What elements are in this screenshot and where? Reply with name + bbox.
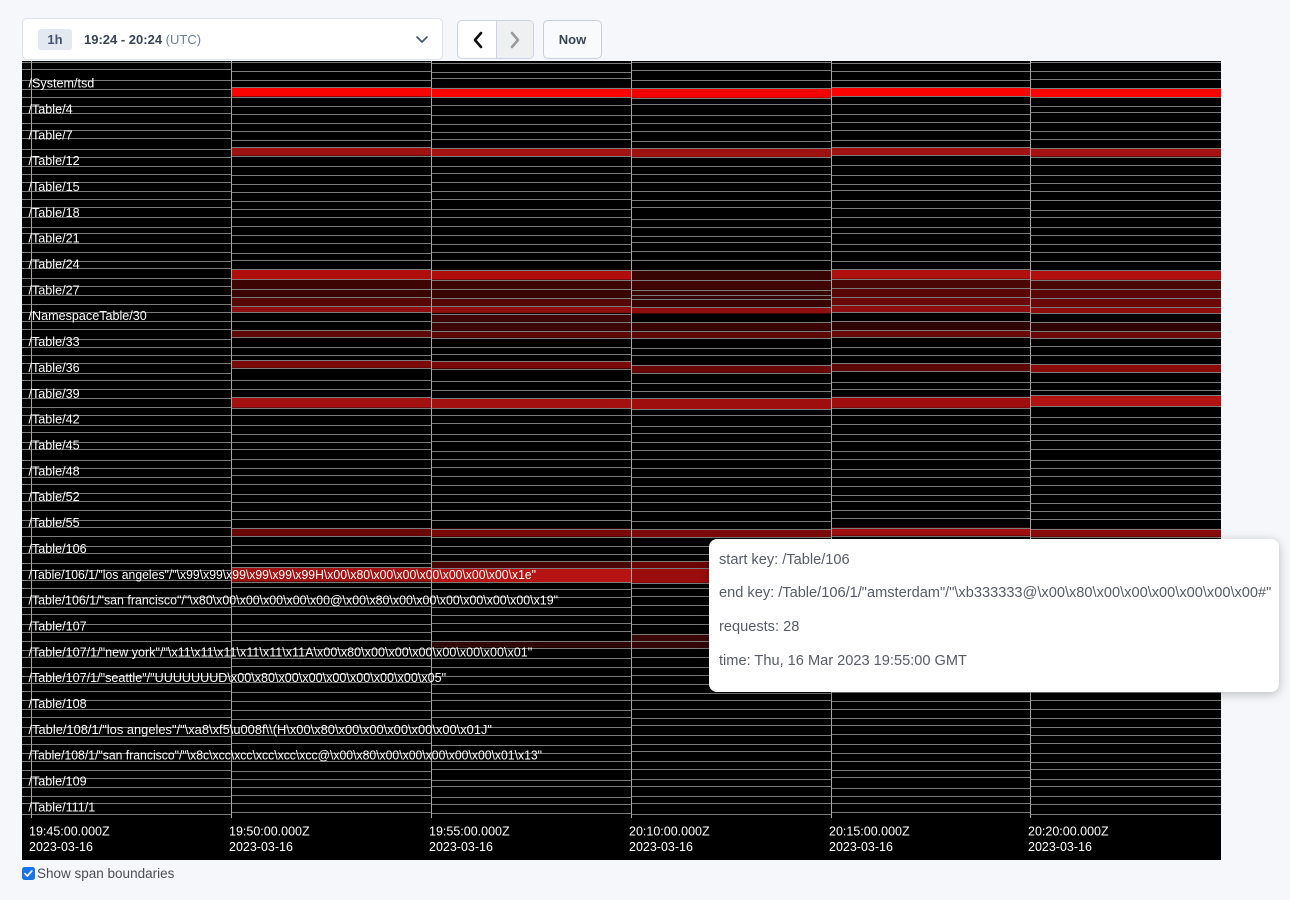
svg-text:20:15:00.000Z: 20:15:00.000Z — [829, 825, 910, 839]
svg-text:/Table/109: /Table/109 — [29, 775, 87, 789]
svg-text:/System/tsd: /System/tsd — [29, 77, 95, 91]
svg-text:/Table/106: /Table/106 — [29, 542, 87, 556]
svg-text:/Table/24: /Table/24 — [29, 258, 80, 272]
svg-text:/Table/39: /Table/39 — [29, 387, 80, 401]
svg-text:/Table/4: /Table/4 — [29, 102, 73, 116]
svg-text:/Table/45: /Table/45 — [29, 439, 80, 453]
svg-text:20:20:00.000Z: 20:20:00.000Z — [1028, 825, 1109, 839]
svg-text:/Table/27: /Table/27 — [29, 283, 80, 297]
svg-text:/Table/55: /Table/55 — [29, 516, 80, 530]
svg-text:/Table/36: /Table/36 — [29, 361, 80, 375]
svg-text:2023-03-16: 2023-03-16 — [829, 840, 893, 854]
svg-text:/Table/108/1/"san francisco"/": /Table/108/1/"san francisco"/"\x8c\xcc\x… — [29, 749, 543, 763]
svg-text:/Table/21: /Table/21 — [29, 232, 80, 246]
svg-text:/Table/15: /Table/15 — [29, 180, 80, 194]
svg-text:/Table/48: /Table/48 — [29, 464, 80, 478]
svg-text:/Table/107: /Table/107 — [29, 620, 87, 634]
svg-text:/Table/107/1/"seattle"/"UUUUUU: /Table/107/1/"seattle"/"UUUUUUUD\x00\x80… — [29, 671, 447, 685]
svg-text:/Table/52: /Table/52 — [29, 490, 80, 504]
svg-text:/Table/12: /Table/12 — [29, 154, 80, 168]
svg-text:/Table/33: /Table/33 — [29, 335, 80, 349]
svg-text:/Table/106/1/"los angeles"/"\x: /Table/106/1/"los angeles"/"\x99\x99\x99… — [29, 568, 537, 582]
svg-text:/Table/18: /Table/18 — [29, 206, 80, 220]
svg-text:/Table/107/1/"new york"/"\x11\: /Table/107/1/"new york"/"\x11\x11\x11\x1… — [29, 645, 533, 659]
svg-text:/Table/106/1/"san francisco"/": /Table/106/1/"san francisco"/"\x80\x00\x… — [29, 594, 559, 608]
svg-text:2023-03-16: 2023-03-16 — [29, 840, 93, 854]
svg-text:20:10:00.000Z: 20:10:00.000Z — [629, 825, 710, 839]
svg-text:/Table/108: /Table/108 — [29, 697, 87, 711]
svg-text:19:45:00.000Z: 19:45:00.000Z — [29, 825, 110, 839]
svg-text:/NamespaceTable/30: /NamespaceTable/30 — [29, 309, 147, 323]
svg-text:/Table/111/1: /Table/111/1 — [29, 800, 96, 814]
svg-text:2023-03-16: 2023-03-16 — [1028, 840, 1092, 854]
svg-text:/Table/108/1/"los angeles"/"\x: /Table/108/1/"los angeles"/"\xa8\xf5\u00… — [29, 723, 493, 737]
svg-text:2023-03-16: 2023-03-16 — [429, 840, 493, 854]
svg-text:19:55:00.000Z: 19:55:00.000Z — [429, 825, 510, 839]
svg-text:/Table/7: /Table/7 — [29, 128, 73, 142]
svg-text:2023-03-16: 2023-03-16 — [629, 840, 693, 854]
svg-text:/Table/42: /Table/42 — [29, 413, 80, 427]
svg-text:2023-03-16: 2023-03-16 — [229, 840, 293, 854]
svg-text:19:50:00.000Z: 19:50:00.000Z — [229, 825, 310, 839]
